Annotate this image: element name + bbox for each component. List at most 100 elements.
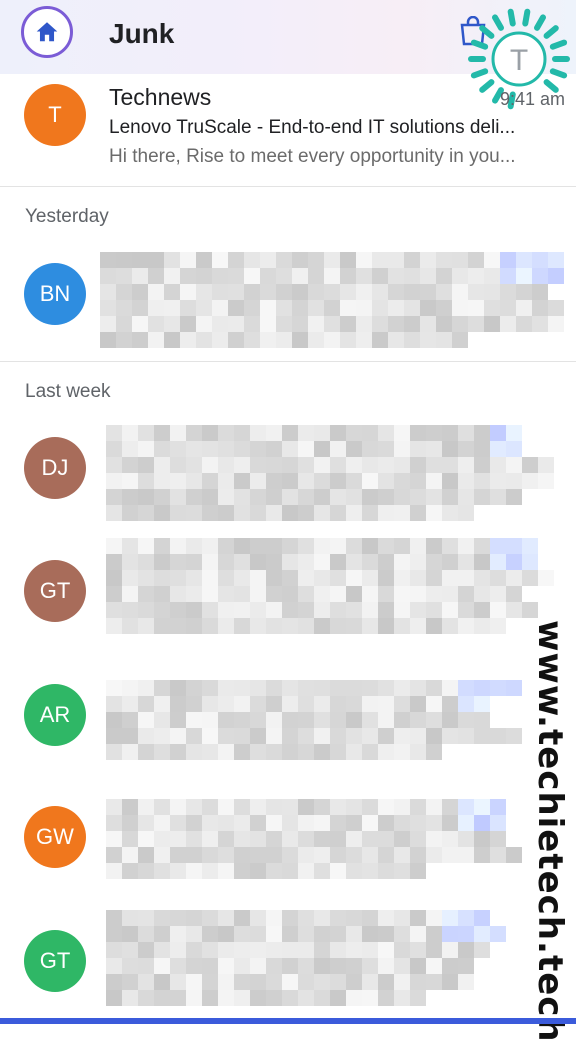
redaction-pixel [298,974,314,990]
redaction-pixel [106,863,122,879]
redaction-pixel [474,680,490,696]
redaction-pixel [106,799,122,815]
redaction-pixel [234,570,250,586]
redaction-pixel [170,847,186,863]
redaction-pixel [474,799,490,815]
redaction-pixel [196,268,212,284]
redaction-pixel [362,990,378,1006]
avatar: BN [24,263,86,325]
home-button[interactable] [21,6,73,58]
redaction-pixel [442,602,458,618]
redaction-pixel [474,425,490,441]
redaction-pixel [276,332,292,348]
redaction-pixel [362,863,378,879]
redaction-pixel [282,942,298,958]
redaction-pixel [234,618,250,634]
redaction-pixel [282,910,298,926]
redaction-pixel [202,712,218,728]
divider [0,361,576,362]
redaction-pixel [410,602,426,618]
redaction-pixel [186,489,202,505]
email-item[interactable]: AR [0,652,576,770]
redaction-pixel [282,618,298,634]
redaction-pixel [378,680,394,696]
redaction-pixel [202,554,218,570]
redaction-pixel [292,252,308,268]
redaction-pixel [154,602,170,618]
redaction-pixel [282,680,298,696]
redaction-pixel [442,696,458,712]
redaction-pixel [170,831,186,847]
redaction-pixel [458,831,474,847]
redaction-pixel [202,457,218,473]
redaction-pixel [298,489,314,505]
redaction-pixel [298,863,314,879]
redaction-pixel [458,728,474,744]
redaction-pixel [218,457,234,473]
redaction-pixel [170,554,186,570]
redaction-pixel [202,680,218,696]
logo-dash [507,8,516,27]
redaction-pixel [314,926,330,942]
redaction-pixel [180,268,196,284]
redaction-pixel [122,728,138,744]
email-item[interactable]: GT [0,530,576,648]
redaction-pixel [250,926,266,942]
redaction-pixel [250,831,266,847]
redaction-pixel [410,473,426,489]
redaction-pixel [538,457,554,473]
redaction-pixel [266,554,282,570]
redaction-pixel [138,831,154,847]
redaction-pixel [426,799,442,815]
redaction-pixel [340,284,356,300]
redaction-pixel [282,602,298,618]
redaction-pixel [490,618,506,634]
redaction-pixel [196,332,212,348]
redaction-pixel [106,847,122,863]
redaction-pixel [516,316,532,332]
redaction-pixel [426,958,442,974]
redaction-pixel [106,926,122,942]
divider [0,186,576,187]
home-icon [36,22,58,42]
email-item[interactable]: GW [0,775,576,893]
redaction-pixel [218,910,234,926]
redaction-pixel [170,505,186,521]
redaction-pixel [100,252,116,268]
redaction-pixel [346,696,362,712]
redaction-pixel [154,728,170,744]
redaction-pixel [378,831,394,847]
redaction-pixel [378,473,394,489]
redaction-pixel [138,815,154,831]
email-item[interactable]: DJ [0,415,576,527]
redaction-pixel [138,586,154,602]
redaction-pixel [106,602,122,618]
email-item[interactable]: BN [0,240,576,360]
redaction-pixel [154,425,170,441]
redaction-pixel [378,712,394,728]
redaction-pixel [122,696,138,712]
redaction-pixel [266,847,282,863]
redaction-pixel [324,332,340,348]
redaction-pixel [378,586,394,602]
redaction-pixel [138,799,154,815]
redaction-pixel [164,332,180,348]
redaction-pixel [330,728,346,744]
redaction-pixel [330,618,346,634]
redaction-pixel [506,441,522,457]
redaction-pixel [458,602,474,618]
redaction-pixel [228,332,244,348]
redaction-pixel [266,505,282,521]
redaction-pixel [218,473,234,489]
redaction-pixel [394,425,410,441]
redaction-pixel [362,799,378,815]
redaction-pixel [474,728,490,744]
redaction-pixel [266,831,282,847]
redaction-pixel [394,863,410,879]
email-item[interactable]: GT [0,898,576,1016]
redaction-pixel [362,926,378,942]
redaction-pixel [356,332,372,348]
redaction-pixel [362,554,378,570]
redaction-pixel [394,815,410,831]
redaction-pixel [234,958,250,974]
